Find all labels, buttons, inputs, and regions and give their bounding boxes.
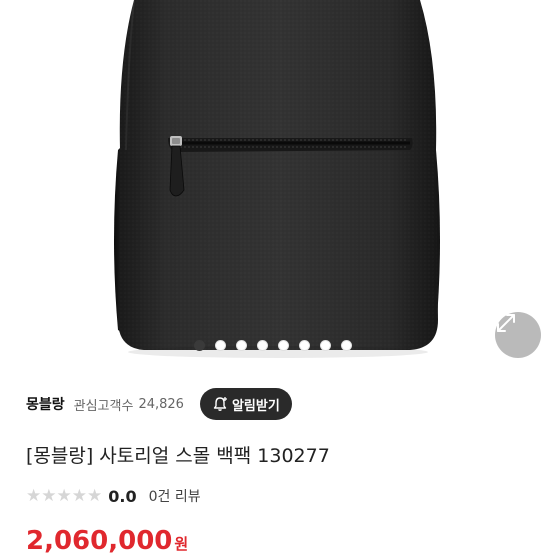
rating-row[interactable]: ★ ★ ★ ★ ★ 0.0 0건 리뷰 <box>26 485 201 507</box>
bell-plus-icon <box>213 397 227 411</box>
product-image-gallery[interactable] <box>0 0 554 364</box>
star-icon: ★ <box>56 485 72 506</box>
gallery-dot[interactable] <box>194 340 205 351</box>
interest-label: 관심고객수 <box>73 398 134 414</box>
backpack-image <box>114 0 440 358</box>
notify-button-label: 알림받기 <box>231 398 280 414</box>
interest-count: 24,826 <box>138 396 184 412</box>
rating-value: 0.0 <box>108 486 137 506</box>
gallery-dot[interactable] <box>299 340 310 351</box>
gallery-dot[interactable] <box>278 340 289 351</box>
expand-image-button[interactable] <box>495 312 541 358</box>
rating-stars: ★ ★ ★ ★ ★ <box>26 485 103 506</box>
brand-row: 몽블랑 관심고객수 24,826 알림받기 <box>26 388 292 420</box>
product-title: [몽블랑] 사토리얼 스몰 백팩 130277 <box>26 445 330 467</box>
product-price: 2,060,000 <box>26 526 173 554</box>
expand-arrows-icon <box>497 314 515 332</box>
review-count-link[interactable]: 0건 리뷰 <box>149 486 201 506</box>
gallery-dot[interactable] <box>257 340 268 351</box>
price-currency: 원 <box>174 535 189 553</box>
star-icon: ★ <box>87 485 103 506</box>
gallery-pagination[interactable] <box>194 340 352 351</box>
gallery-dot[interactable] <box>320 340 331 351</box>
gallery-dot[interactable] <box>341 340 352 351</box>
star-icon: ★ <box>41 485 57 506</box>
star-icon: ★ <box>26 485 42 506</box>
star-icon: ★ <box>71 485 87 506</box>
gallery-dot[interactable] <box>215 340 226 351</box>
price-row: 2,060,000 원 <box>26 526 188 554</box>
brand-name-link[interactable]: 몽블랑 <box>26 394 65 414</box>
notify-button[interactable]: 알림받기 <box>199 388 292 420</box>
gallery-dot[interactable] <box>236 340 247 351</box>
